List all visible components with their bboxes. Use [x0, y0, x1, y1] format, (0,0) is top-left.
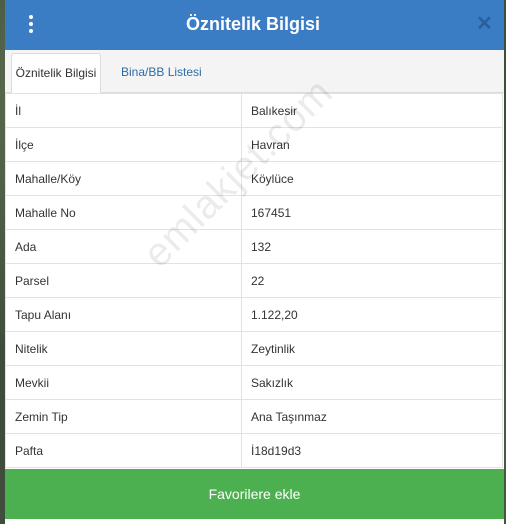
attribute-key: Mevkii [5, 365, 242, 400]
table-row: Mahalle No 167451 [5, 195, 503, 230]
attribute-key: Tapu Alanı [5, 297, 242, 332]
tab-building-list[interactable]: Bina/BB Listesi [113, 53, 210, 91]
attribute-table: İl Balıkesir İlçe Havran Mahalle/Köy Köy… [5, 93, 503, 468]
table-row: İlçe Havran [5, 127, 503, 162]
attribute-key: Parsel [5, 263, 242, 298]
table-row: Zemin Tip Ana Taşınmaz [5, 399, 503, 434]
table-row: Mahalle/Köy Köylüce [5, 161, 503, 196]
attribute-key: Zemin Tip [5, 399, 242, 434]
attribute-key: İl [5, 93, 242, 128]
attribute-key: Mahalle/Köy [5, 161, 242, 196]
attribute-value: Sakızlık [241, 365, 503, 400]
attribute-value: 167451 [241, 195, 503, 230]
dialog-title: Öznitelik Bilgisi [185, 14, 321, 34]
attribute-value: Ana Taşınmaz [241, 399, 503, 434]
attribute-key: Mahalle No [5, 195, 242, 230]
attribute-value: 1.122,20 [241, 297, 503, 332]
table-row: Pafta İ18d19d3 [5, 433, 503, 468]
table-row: İl Balıkesir [5, 93, 503, 128]
table-row: Ada 132 [5, 229, 503, 264]
close-icon[interactable]: ✕ [476, 13, 493, 35]
tab-bar: Öznitelik Bilgisi Bina/BB Listesi [5, 50, 504, 93]
attribute-key: Pafta [5, 433, 242, 468]
attribute-value: Balıkesir [241, 93, 503, 128]
attribute-dialog: Öznitelik Bilgisi ✕ Öznitelik Bilgisi Bi… [5, 0, 504, 524]
table-row: Mevkii Sakızlık [5, 365, 503, 400]
attribute-key: Nitelik [5, 331, 242, 366]
table-row: Tapu Alanı 1.122,20 [5, 297, 503, 332]
attribute-key: Ada [5, 229, 242, 264]
attribute-value: Zeytinlik [241, 331, 503, 366]
attribute-value: Köylüce [241, 161, 503, 196]
attribute-value: Havran [241, 127, 503, 162]
table-row: Parsel 22 [5, 263, 503, 298]
attribute-value: 22 [241, 263, 503, 298]
table-row: Nitelik Zeytinlik [5, 331, 503, 366]
attribute-key: İlçe [5, 127, 242, 162]
attribute-value: İ18d19d3 [241, 433, 503, 468]
attribute-value: 132 [241, 229, 503, 264]
add-to-favorites-button[interactable]: Favorilere ekle [5, 469, 504, 519]
tab-attribute-info[interactable]: Öznitelik Bilgisi [11, 53, 101, 93]
dialog-header: Öznitelik Bilgisi ✕ [5, 0, 504, 50]
